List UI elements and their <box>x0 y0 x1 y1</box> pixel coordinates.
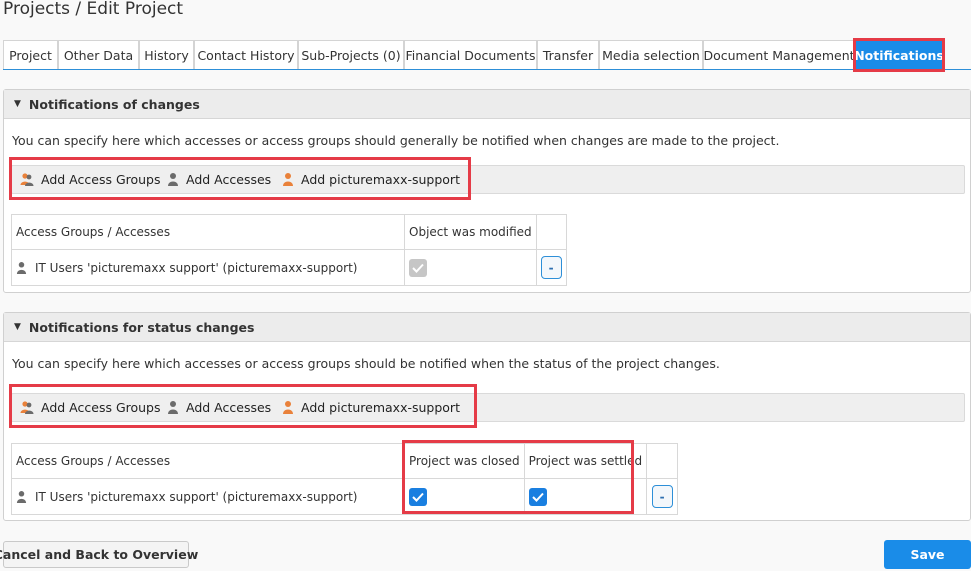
access-table: Access Groups / Accesses Object was modi… <box>11 214 567 286</box>
access-name: IT Users 'picturemaxx support' (picturem… <box>35 489 358 504</box>
section-title: Notifications of changes <box>28 96 200 112</box>
column-header: Access Groups / Accesses <box>11 443 405 479</box>
check-icon <box>412 263 424 273</box>
highlight-box-tab <box>853 38 945 72</box>
highlight-box-toolbar <box>9 384 477 428</box>
cancel-and-back-button[interactable]: Cancel and Back to Overview <box>0 541 198 568</box>
remove-access-button[interactable]: - <box>651 485 673 508</box>
object-modified-checkbox <box>409 258 427 277</box>
remove-cell: - <box>535 249 567 286</box>
section-description: You can specify here which accesses or a… <box>12 356 720 371</box>
tab-transfer[interactable]: Transfer <box>537 40 599 69</box>
user-icon <box>16 490 27 503</box>
column-header: Object was modified <box>404 214 537 250</box>
object-modified-cell <box>404 249 537 286</box>
highlight-box-toolbar <box>9 157 471 200</box>
tab-sub-projects[interactable]: Sub-Projects (0) <box>298 40 404 69</box>
section-description: You can specify here which accesses or a… <box>12 133 780 148</box>
column-header-empty <box>646 443 679 479</box>
table-row: IT Users 'picturemaxx support' (picturem… <box>11 249 567 286</box>
tab-document-management[interactable]: Document Management <box>703 40 855 69</box>
tab-media-selection[interactable]: Media selection <box>599 40 703 69</box>
tab-history[interactable]: History <box>139 40 194 69</box>
highlight-box-checkbox-columns <box>402 440 634 514</box>
access-name-cell: IT Users 'picturemaxx support' (picturem… <box>11 478 405 515</box>
tab-other-data[interactable]: Other Data <box>58 40 139 69</box>
tab-project[interactable]: Project <box>3 40 58 69</box>
caret-down-icon: ▼ <box>14 322 21 332</box>
section-header[interactable]: ▼ Notifications of changes <box>4 90 970 119</box>
remove-access-button[interactable]: - <box>540 256 562 279</box>
access-name-cell: IT Users 'picturemaxx support' (picturem… <box>11 249 405 286</box>
column-header: Access Groups / Accesses <box>11 214 405 250</box>
tab-bar: Project Other Data History Contact Histo… <box>3 40 971 70</box>
section-title: Notifications for status changes <box>28 319 255 335</box>
access-name: IT Users 'picturemaxx support' (picturem… <box>35 260 358 275</box>
caret-down-icon: ▼ <box>14 99 21 109</box>
column-header-empty <box>535 214 567 250</box>
tab-financial-documents[interactable]: Financial Documents <box>404 40 537 69</box>
page-title: Projects / Edit Project <box>3 0 184 19</box>
section-header[interactable]: ▼ Notifications for status changes <box>4 313 970 342</box>
tab-contact-history[interactable]: Contact History <box>194 40 298 69</box>
save-button[interactable]: Save <box>884 540 971 569</box>
remove-cell: - <box>646 478 679 515</box>
user-icon <box>16 261 27 274</box>
